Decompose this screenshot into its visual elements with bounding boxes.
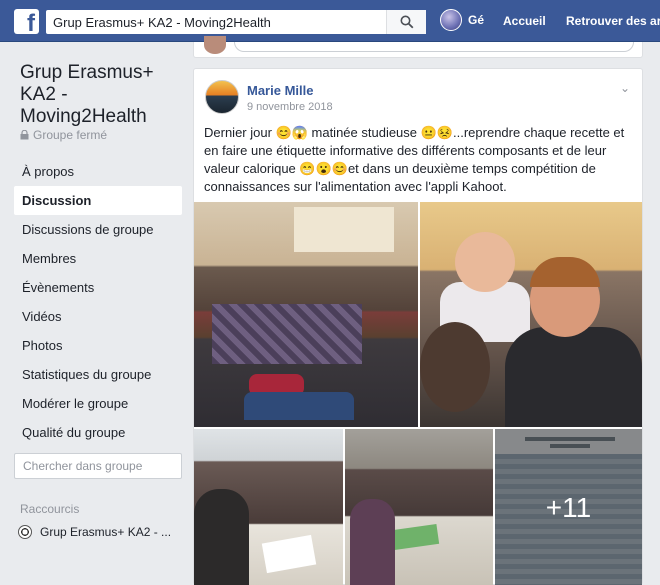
post-photo[interactable] (420, 202, 642, 427)
top-navigation-bar: f Gé Accueil Retrouver des ar (0, 0, 660, 42)
group-title[interactable]: Grup Erasmus+ KA2 - Moving2Health (20, 62, 185, 128)
shortcuts-heading: Raccourcis (20, 502, 80, 516)
post-author-link[interactable]: Marie Mille (247, 83, 313, 98)
photo-detail (455, 232, 515, 292)
post-text: Dernier jour 😊😱 matinée studieuse 😐😣...r… (204, 125, 625, 194)
sidebar-item-about[interactable]: À propos (14, 157, 182, 186)
avatar (440, 9, 462, 31)
sidebar-item-group-insights[interactable]: Statistiques du groupe (14, 360, 182, 389)
group-privacy-status: Groupe fermé (20, 128, 107, 142)
global-search (46, 10, 426, 34)
photo-detail (391, 523, 440, 551)
post-timestamp[interactable]: 9 novembre 2018 (247, 101, 333, 113)
more-photos-tile[interactable]: +11 (495, 429, 642, 585)
post-photo[interactable] (194, 202, 418, 427)
composer-input[interactable] (234, 42, 634, 52)
home-link[interactable]: Accueil (503, 14, 546, 28)
group-status-label: Groupe fermé (33, 128, 108, 142)
shortcut-group-link[interactable]: Grup Erasmus+ KA2 - ... (18, 525, 171, 539)
sidebar-item-discussion[interactable]: Discussion (14, 186, 182, 215)
group-shortcut-icon (18, 525, 32, 539)
composer-card (193, 36, 643, 58)
photo-detail (420, 322, 490, 412)
feed-post: Marie Mille 9 novembre 2018 ⌄ Dernier jo… (193, 68, 643, 585)
group-sidebar: Grup Erasmus+ KA2 - Moving2Health Groupe… (0, 42, 190, 585)
profile-name: Gé (468, 13, 485, 27)
photo-detail (530, 257, 600, 287)
photo-detail (350, 499, 395, 585)
group-search (14, 453, 182, 479)
shortcut-label: Grup Erasmus+ KA2 - ... (40, 525, 172, 539)
photo-detail (194, 489, 249, 585)
search-button[interactable] (386, 10, 426, 34)
photo-detail (261, 534, 317, 574)
photo-detail (505, 327, 642, 427)
sidebar-item-photos[interactable]: Photos (14, 331, 182, 360)
lock-icon (20, 130, 29, 140)
sidebar-item-moderate-group[interactable]: Modérer le groupe (14, 389, 182, 418)
find-friends-link[interactable]: Retrouver des ar (566, 14, 660, 28)
sidebar-item-videos[interactable]: Vidéos (14, 302, 182, 331)
more-photos-count: +11 (545, 491, 592, 523)
group-menu: À propos Discussion Discussions de group… (14, 157, 182, 447)
sidebar-item-group-quality[interactable]: Qualité du groupe (14, 418, 182, 447)
photo-grid: +11 (194, 202, 642, 585)
search-icon (400, 15, 413, 29)
group-search-input[interactable] (15, 459, 178, 473)
sidebar-item-members[interactable]: Membres (14, 244, 182, 273)
photo-detail (244, 392, 354, 420)
avatar (204, 36, 226, 54)
chevron-down-icon[interactable]: ⌄ (620, 81, 630, 95)
post-photo[interactable] (194, 429, 343, 585)
photo-detail (294, 207, 394, 252)
profile-link[interactable]: Gé (440, 9, 484, 31)
sidebar-item-events[interactable]: Évènements (14, 273, 182, 302)
photo-detail (212, 304, 362, 364)
author-avatar[interactable] (205, 80, 239, 114)
global-search-input[interactable] (46, 10, 386, 34)
sidebar-item-group-discussions[interactable]: Discussions de groupe (14, 215, 182, 244)
post-photo[interactable] (345, 429, 493, 585)
facebook-logo-icon[interactable]: f (14, 9, 39, 34)
